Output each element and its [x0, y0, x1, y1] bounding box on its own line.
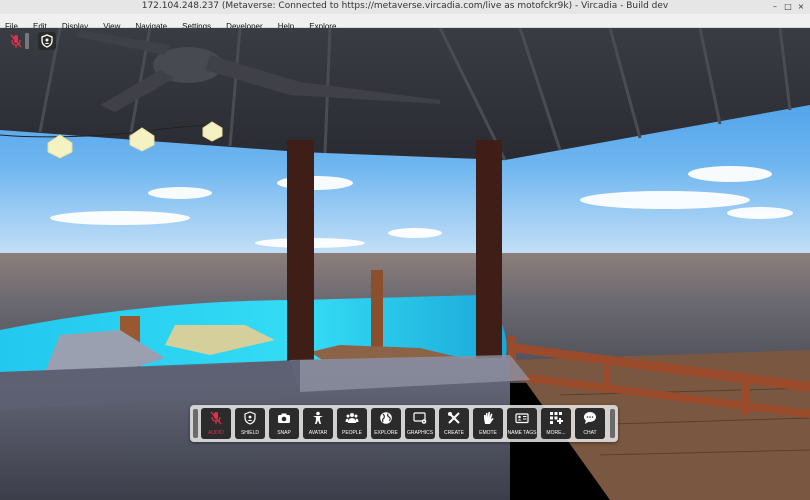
toolbar-right-handle[interactable]	[610, 409, 615, 438]
close-button[interactable]: ×	[796, 2, 806, 12]
people-label: PEOPLE	[341, 430, 362, 436]
name-tags-label: NAME TAGS	[507, 430, 537, 436]
muted-microphone-icon	[10, 34, 22, 48]
window-title: 172.104.248.237 (Metaverse: Connected to…	[141, 1, 669, 11]
menu-bar: File Edit Display View Navigate Settings…	[0, 14, 810, 31]
emote-button[interactable]: EMOTE	[473, 408, 503, 439]
avatar-button[interactable]: AVATAR	[303, 408, 333, 439]
shield-icon	[244, 411, 256, 425]
create-label: CREATE	[444, 430, 464, 436]
hud-audio-level	[25, 33, 29, 49]
minimize-button[interactable]: –	[770, 2, 780, 12]
emote-label: EMOTE	[479, 430, 497, 436]
more-label: MORE...	[546, 430, 566, 436]
snap-button[interactable]: SNAP	[269, 408, 299, 439]
microphone-muted-icon	[210, 411, 222, 425]
tools-icon	[448, 412, 460, 424]
name-tags-button[interactable]: NAME TAGS	[507, 408, 537, 439]
window-titlebar: 172.104.248.237 (Metaverse: Connected to…	[0, 0, 810, 15]
maximize-button[interactable]: □	[783, 2, 793, 12]
chat-button[interactable]: CHAT	[575, 408, 605, 439]
avatar-label: AVATAR	[308, 430, 328, 436]
camera-icon	[278, 413, 290, 423]
shield-button[interactable]: SHIELD	[235, 408, 265, 439]
hud-audio-muted-icon[interactable]	[9, 32, 23, 50]
audio-button[interactable]: AUDIO	[201, 408, 231, 439]
person-icon	[313, 411, 323, 424]
people-button[interactable]: PEOPLE	[337, 408, 367, 439]
graphics-label: GRAPHICS	[406, 430, 434, 436]
toolbar-left-handle[interactable]	[193, 409, 198, 438]
speech-bubble-icon	[584, 412, 596, 424]
create-button[interactable]: CREATE	[439, 408, 469, 439]
shield-icon	[41, 34, 53, 48]
snap-label: SNAP	[277, 430, 291, 436]
more-button[interactable]: MORE...	[541, 408, 571, 439]
shield-label: SHIELD	[240, 430, 260, 436]
world-viewport[interactable]: AUDIO SHIELD SNAP AVATAR PEOPLE EXPLORE …	[0, 28, 810, 500]
hud-shield-button[interactable]	[38, 32, 56, 50]
chat-label: CHAT	[583, 430, 597, 436]
graphics-button[interactable]: GRAPHICS	[405, 408, 435, 439]
audio-label: AUDIO	[208, 430, 224, 436]
id-card-icon	[515, 413, 529, 424]
bottom-toolbar: AUDIO SHIELD SNAP AVATAR PEOPLE EXPLORE …	[190, 405, 618, 442]
explore-label: EXPLORE	[374, 430, 398, 436]
people-icon	[345, 413, 359, 423]
hand-icon	[484, 412, 494, 424]
grid-plus-icon	[550, 412, 563, 424]
globe-icon	[380, 412, 392, 424]
display-gear-icon	[413, 412, 427, 424]
explore-button[interactable]: EXPLORE	[371, 408, 401, 439]
